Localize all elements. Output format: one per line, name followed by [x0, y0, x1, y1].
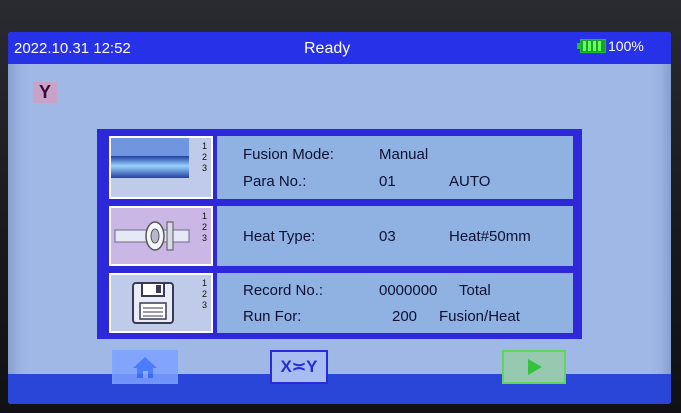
run-for-value: 200 — [392, 308, 418, 325]
record-total-label: Total — [459, 282, 491, 299]
battery-percent: 100% — [608, 38, 644, 54]
home-button[interactable] — [112, 350, 178, 384]
footer-bar — [8, 374, 671, 404]
fusion-mode-label: Fusion Mode: — [243, 146, 334, 163]
heat-row[interactable]: 123 Heat Type: 03 Heat#50mm — [97, 206, 582, 266]
row-numbers: 123 — [201, 211, 207, 243]
fusion-info[interactable]: Fusion Mode: Manual Para No.: 01 AUTO — [217, 136, 573, 199]
heat-type-name: Heat#50mm — [449, 228, 531, 245]
swap-xy-button[interactable]: X≍Y — [270, 350, 328, 384]
datetime: 2022.10.31 12:52 — [14, 40, 131, 57]
play-button[interactable] — [502, 350, 566, 384]
home-icon — [133, 357, 157, 378]
record-no-value: 0000000 — [379, 282, 438, 299]
heat-thumb[interactable]: 123 — [109, 206, 213, 266]
fusion-thumb[interactable]: 123 — [109, 136, 213, 199]
record-no-label: Record No.: — [243, 282, 324, 299]
record-thumb[interactable]: 123 — [109, 273, 213, 333]
heat-type-label: Heat Type: — [243, 228, 316, 245]
main-panel: 123 Fusion Mode: Manual Para No.: 01 AUT… — [97, 129, 582, 339]
device-screen: 2022.10.31 12:52 Ready 100% Y 1 2 3 Fusi… — [8, 32, 671, 404]
mode-badge[interactable]: Y — [33, 82, 57, 103]
play-icon — [528, 359, 542, 375]
record-row[interactable]: 123 Record No.: 0000000 Total Run For: 2… — [97, 273, 582, 333]
heat-info[interactable]: Heat Type: 03 Heat#50mm — [217, 206, 573, 266]
pipe-icon — [111, 138, 189, 178]
heat-type-value: 03 — [379, 228, 396, 245]
row-numbers: 123 — [201, 278, 207, 310]
para-no-value: 01 — [379, 173, 396, 190]
para-no-label: Para No.: — [243, 173, 307, 190]
fusion-row[interactable]: 123 Fusion Mode: Manual Para No.: 01 AUT… — [97, 136, 582, 199]
run-for-label: Run For: — [243, 308, 302, 325]
battery-icon — [577, 39, 606, 53]
row-numbers: 123 — [201, 141, 207, 173]
save-disk-icon — [132, 282, 174, 324]
fusion-mode-value: Manual — [379, 146, 429, 163]
record-info[interactable]: Record No.: 0000000 Total Run For: 200 F… — [217, 273, 573, 333]
battery-indicator: 100% — [577, 37, 644, 55]
run-for-unit: Fusion/Heat — [439, 308, 520, 325]
heater-icon — [114, 221, 190, 251]
status-text: Ready — [304, 40, 351, 57]
para-no-mode: AUTO — [449, 173, 491, 190]
status-bar: 2022.10.31 12:52 Ready 100% — [8, 32, 671, 64]
